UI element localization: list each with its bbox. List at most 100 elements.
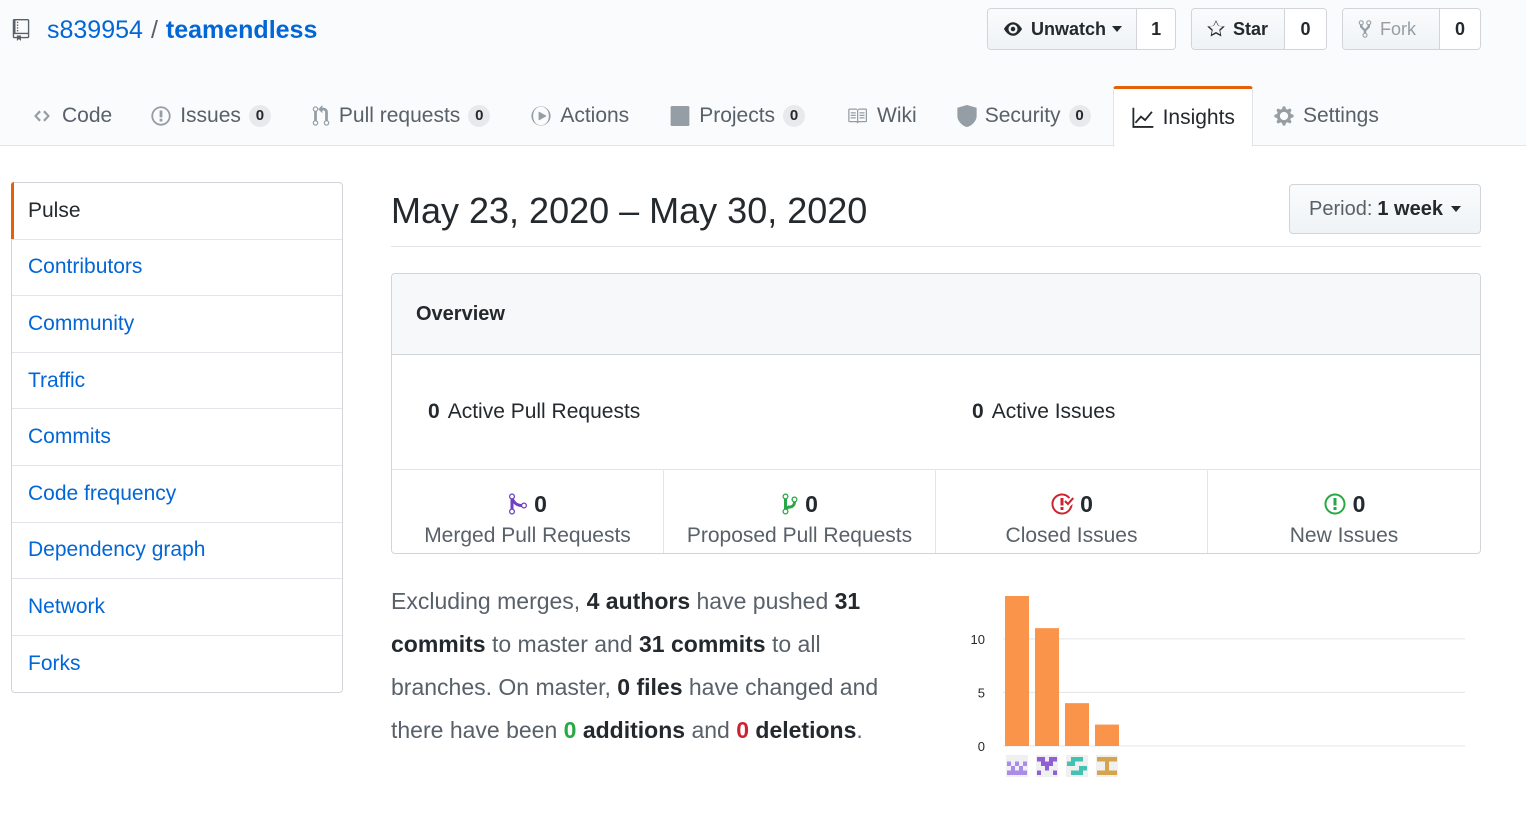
project-icon (670, 106, 690, 126)
new-issues-stat[interactable]: 0 New Issues (1208, 470, 1480, 553)
active-pull-requests-count: 0 (428, 400, 440, 423)
author-avatar-pixel (1101, 757, 1105, 762)
tab-wiki[interactable]: Wiki (845, 86, 917, 146)
fork-label: Fork (1380, 18, 1416, 39)
closed-issues-label: Closed Issues (1005, 524, 1138, 547)
chart-bar (1005, 596, 1029, 746)
tab-label: Settings (1302, 104, 1379, 127)
fork-group: Fork 0 (1342, 8, 1481, 50)
star-icon (1207, 20, 1225, 37)
tab-settings[interactable]: Settings (1273, 86, 1379, 146)
author-avatar-pixel (1113, 757, 1117, 762)
security-counter: 0 (1068, 105, 1091, 127)
issue-icon (151, 106, 171, 126)
author-avatar-pixel (1011, 766, 1015, 771)
issue-opened-icon (1324, 493, 1346, 515)
tab-label: Actions (560, 104, 630, 127)
chart-y-tick-label: 0 (978, 739, 985, 754)
author-avatar-pixel (1053, 757, 1057, 762)
author-avatar-pixel (1053, 770, 1057, 775)
tab-insights[interactable]: Insights (1112, 86, 1253, 147)
author-avatar-pixel (1097, 770, 1101, 775)
author-avatar-pixel (1105, 761, 1109, 766)
tab-security[interactable]: Security 0 (957, 86, 1091, 146)
pull-requests-counter: 0 (468, 105, 491, 127)
repo-name-link[interactable]: teamendless (166, 16, 317, 45)
shield-icon (957, 105, 977, 127)
overview-stats: 0 Merged Pull Requests 0 Proposed Pull R… (392, 470, 1480, 553)
repo-owner-link[interactable]: s839954 (47, 16, 143, 45)
author-avatar-pixel (1007, 770, 1011, 775)
author-avatar-pixel (1011, 770, 1015, 775)
repo-header: s839954 / teamendless Unwatch 1 Star 0 F… (0, 0, 1526, 147)
proposed-pull-requests-stat[interactable]: 0 Proposed Pull Requests (664, 470, 936, 553)
commit-summary: Excluding merges, 4 authors have pushed … (391, 580, 901, 752)
author-avatar-pixel (1023, 770, 1027, 775)
unwatch-label: Unwatch (1031, 18, 1107, 39)
author-avatar-pixel (1075, 770, 1079, 775)
sidebar-item-contributors[interactable]: Contributors (12, 240, 342, 297)
unwatch-button[interactable]: Unwatch (988, 9, 1138, 49)
sidebar-item-dependency-graph[interactable]: Dependency graph (12, 523, 342, 580)
tab-code[interactable]: Code (30, 86, 112, 146)
active-pull-requests-link[interactable]: 0 Active Pull Requests (392, 355, 936, 469)
commits-by-author-chart: 0 5 10 (971, 596, 1465, 777)
pull-request-icon (312, 105, 330, 126)
tab-actions[interactable]: Actions (530, 86, 629, 146)
deletions-word: deletions (749, 717, 857, 743)
fork-button[interactable]: Fork (1343, 9, 1440, 49)
author-avatar-pixel (1105, 770, 1109, 775)
author-avatar-pixel (1015, 761, 1019, 766)
sidebar-item-commits[interactable]: Commits (12, 409, 342, 466)
tab-projects[interactable]: Projects 0 (669, 86, 806, 146)
sidebar-item-pulse[interactable]: Pulse (11, 182, 342, 240)
repo-actions: Unwatch 1 Star 0 Fork 0 (987, 8, 1496, 50)
book-icon (848, 108, 868, 124)
sidebar-item-network[interactable]: Network (12, 579, 342, 636)
author-avatar-pixel (1037, 757, 1041, 762)
author-avatar-pixel (1049, 761, 1053, 766)
period-dropdown[interactable]: Period: 1 week (1289, 184, 1481, 234)
repo-title: s839954 / teamendless (12, 14, 317, 46)
author-avatar-pixel (1041, 761, 1045, 766)
author-avatar-pixel (1105, 766, 1109, 771)
sidebar-item-code-frequency[interactable]: Code frequency (12, 466, 342, 523)
tab-label: Projects (699, 104, 776, 127)
commits-all-branches: 31 commits (639, 631, 766, 657)
code-icon (34, 110, 50, 122)
tab-pull-requests[interactable]: Pull requests 0 (311, 86, 491, 146)
forks-count[interactable]: 0 (1440, 9, 1480, 49)
active-issues-link[interactable]: 0 Active Issues (936, 355, 1480, 469)
merged-pull-requests-count: 0 (534, 490, 547, 517)
star-button[interactable]: Star (1192, 9, 1285, 49)
repo-nav-tabs: Code Issues 0 Pull requests 0 Actions Pr… (0, 86, 1379, 147)
summary-text: have pushed (690, 588, 835, 614)
tab-label: Code (62, 104, 113, 127)
tab-label: Issues (180, 104, 241, 127)
sidebar-item-traffic[interactable]: Traffic (12, 353, 342, 410)
tab-issues[interactable]: Issues 0 (150, 86, 271, 146)
issues-counter: 0 (248, 105, 271, 127)
files-changed: 0 files (617, 674, 683, 700)
author-avatar-pixel (1083, 766, 1087, 771)
stargazers-count[interactable]: 0 (1285, 9, 1326, 49)
chevron-down-icon (1112, 26, 1123, 32)
merged-pull-requests-stat[interactable]: 0 Merged Pull Requests (392, 470, 664, 553)
chart-y-tick-label: 10 (971, 632, 985, 647)
author-avatar-pixel (1097, 757, 1101, 762)
tab-label: Security (984, 104, 1061, 127)
author-avatar-pixel (1071, 761, 1075, 766)
author-avatar-pixel (1071, 770, 1075, 775)
overview-title: Overview (392, 274, 1480, 355)
summary-text: . (856, 717, 863, 743)
repo-icon (12, 19, 34, 41)
active-pull-requests-label: Active Pull Requests (447, 400, 641, 423)
author-avatar-pixel (1023, 761, 1027, 766)
sidebar-item-community[interactable]: Community (12, 296, 342, 353)
sidebar-item-forks[interactable]: Forks (12, 636, 342, 693)
closed-issues-count: 0 (1080, 490, 1093, 517)
watchers-count[interactable]: 1 (1137, 9, 1175, 49)
new-issues-label: New Issues (1289, 524, 1399, 547)
closed-issues-stat[interactable]: 0 Closed Issues (936, 470, 1208, 553)
author-avatar-pixel (1075, 757, 1079, 762)
